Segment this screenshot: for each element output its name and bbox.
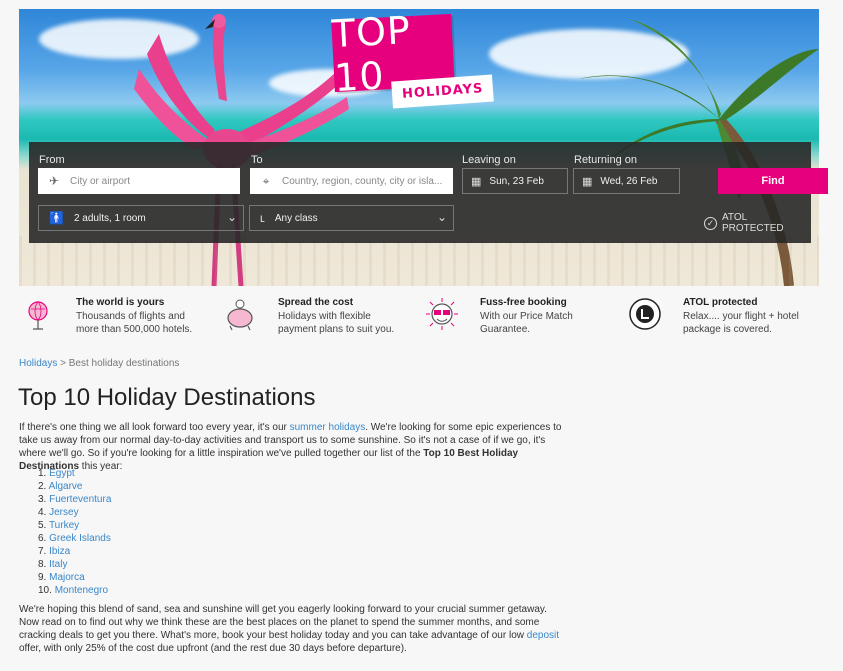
atol-text: ATOL PROTECTED <box>721 212 784 234</box>
leaving-label: Leaving on <box>462 154 516 166</box>
list-item: 6. Greek Islands <box>38 533 111 544</box>
feature-title: ATOL protected <box>683 297 758 308</box>
feature-title: The world is yours <box>76 297 165 308</box>
class-value: Any class <box>274 212 318 224</box>
destination-link[interactable]: Italy <box>49 559 67 570</box>
calendar-icon: ▦ <box>582 175 593 188</box>
destinations-list: 1. Egypt 2. Algarve 3. Fuerteventura 4. … <box>38 467 111 597</box>
atol-protected-label: ✓ ATOL PROTECTED <box>704 212 811 234</box>
chevron-down-icon: ⌄ <box>436 210 447 224</box>
summer-holidays-link[interactable]: summer holidays <box>290 422 366 433</box>
list-item: 3. Fuerteventura <box>38 494 112 505</box>
seat-icon: ʟ <box>260 211 265 225</box>
to-placeholder: Country, region, county, city or isla... <box>282 175 443 187</box>
feature-desc: Thousands of flights and more than 500,0… <box>76 311 193 335</box>
breadcrumb: Holidays > Best holiday destinations <box>19 358 179 369</box>
piggy-bank-icon <box>222 296 258 332</box>
feature-desc: Relax.... your flight + hotel package is… <box>683 311 799 335</box>
check-circle-icon: ✓ <box>704 216 717 230</box>
outro-paragraph: We're hoping this blend of sand, sea and… <box>19 603 564 655</box>
destination-link[interactable]: Ibiza <box>49 546 70 557</box>
destination-link[interactable]: Montenegro <box>55 585 108 596</box>
feature-fuss-free: Fuss-free booking With our Price Match G… <box>424 296 624 338</box>
list-item: 8. Italy <box>38 559 68 570</box>
destination-link[interactable]: Jersey <box>49 507 78 518</box>
atol-badge-icon <box>627 296 663 332</box>
list-item: 7. Ibiza <box>38 546 71 557</box>
returning-date-value: Wed, 26 Feb <box>600 175 658 187</box>
guests-value: 2 adults, 1 room <box>73 212 146 224</box>
list-item: 4. Jersey <box>38 507 79 518</box>
from-placeholder: City or airport <box>70 175 131 187</box>
destination-link[interactable]: Egypt <box>49 468 75 479</box>
to-label: To <box>251 154 263 166</box>
calendar-icon: ▦ <box>471 175 482 188</box>
destination-link[interactable]: Fuerteventura <box>49 494 111 505</box>
sand-texture <box>19 236 819 286</box>
outro-text: We're hoping this blend of sand, sea and… <box>19 604 547 641</box>
chevron-down-icon: ⌄ <box>226 210 237 224</box>
location-pin-icon: ⌖ <box>262 173 270 188</box>
class-select[interactable]: ʟ Any class ⌄ <box>249 205 454 231</box>
airplane-icon: ✈ <box>48 174 60 188</box>
find-button[interactable]: Find <box>718 168 828 194</box>
person-icon: 🚹 <box>49 211 64 225</box>
intro-text: If there's one thing we all look forward… <box>19 422 290 433</box>
feature-desc: With our Price Match Guarantee. <box>480 311 573 335</box>
destination-link[interactable]: Majorca <box>49 572 85 583</box>
destination-link[interactable]: Greek Islands <box>49 533 111 544</box>
leaving-date-value: Sun, 23 Feb <box>489 175 544 187</box>
returning-label: Returning on <box>574 154 637 166</box>
search-panel: From ✈ City or airport To ⌖ Country, reg… <box>29 142 828 243</box>
leaving-date-field[interactable]: ▦ Sun, 23 Feb <box>462 168 568 194</box>
page-title: Top 10 Holiday Destinations <box>18 384 316 411</box>
feature-spread-cost: Spread the cost Holidays with flexible p… <box>222 296 422 338</box>
feature-title: Spread the cost <box>278 297 354 308</box>
list-item: 1. Egypt <box>38 468 75 479</box>
list-item: 10. Montenegro <box>38 585 109 596</box>
returning-date-field[interactable]: ▦ Wed, 26 Feb <box>573 168 680 194</box>
globe-icon <box>20 296 56 332</box>
list-item: 5. Turkey <box>38 520 80 531</box>
to-input[interactable]: ⌖ Country, region, county, city or isla.… <box>250 168 453 194</box>
list-item: 9. Majorca <box>38 572 85 583</box>
from-input[interactable]: ✈ City or airport <box>38 168 240 194</box>
deposit-link[interactable]: deposit <box>527 630 559 641</box>
feature-desc: Holidays with flexible payment plans to … <box>278 311 395 335</box>
intro-paragraph: If there's one thing we all look forward… <box>19 421 564 473</box>
list-item: 2. Algarve <box>38 481 83 492</box>
breadcrumb-separator: > <box>60 358 66 369</box>
sunglasses-icon <box>424 296 460 332</box>
destination-link[interactable]: Algarve <box>49 481 83 492</box>
feature-title: Fuss-free booking <box>480 297 567 308</box>
from-label: From <box>39 154 65 166</box>
feature-world: The world is yours Thousands of flights … <box>20 296 220 338</box>
breadcrumb-holidays-link[interactable]: Holidays <box>19 358 57 369</box>
feature-atol: ATOL protected Relax.... your flight + h… <box>627 296 827 338</box>
destination-link[interactable]: Turkey <box>49 520 79 531</box>
guests-select[interactable]: 🚹 2 adults, 1 room ⌄ <box>38 205 244 231</box>
outro-text: offer, with only 25% of the cost due upf… <box>19 643 407 654</box>
breadcrumb-current: Best holiday destinations <box>68 358 180 369</box>
